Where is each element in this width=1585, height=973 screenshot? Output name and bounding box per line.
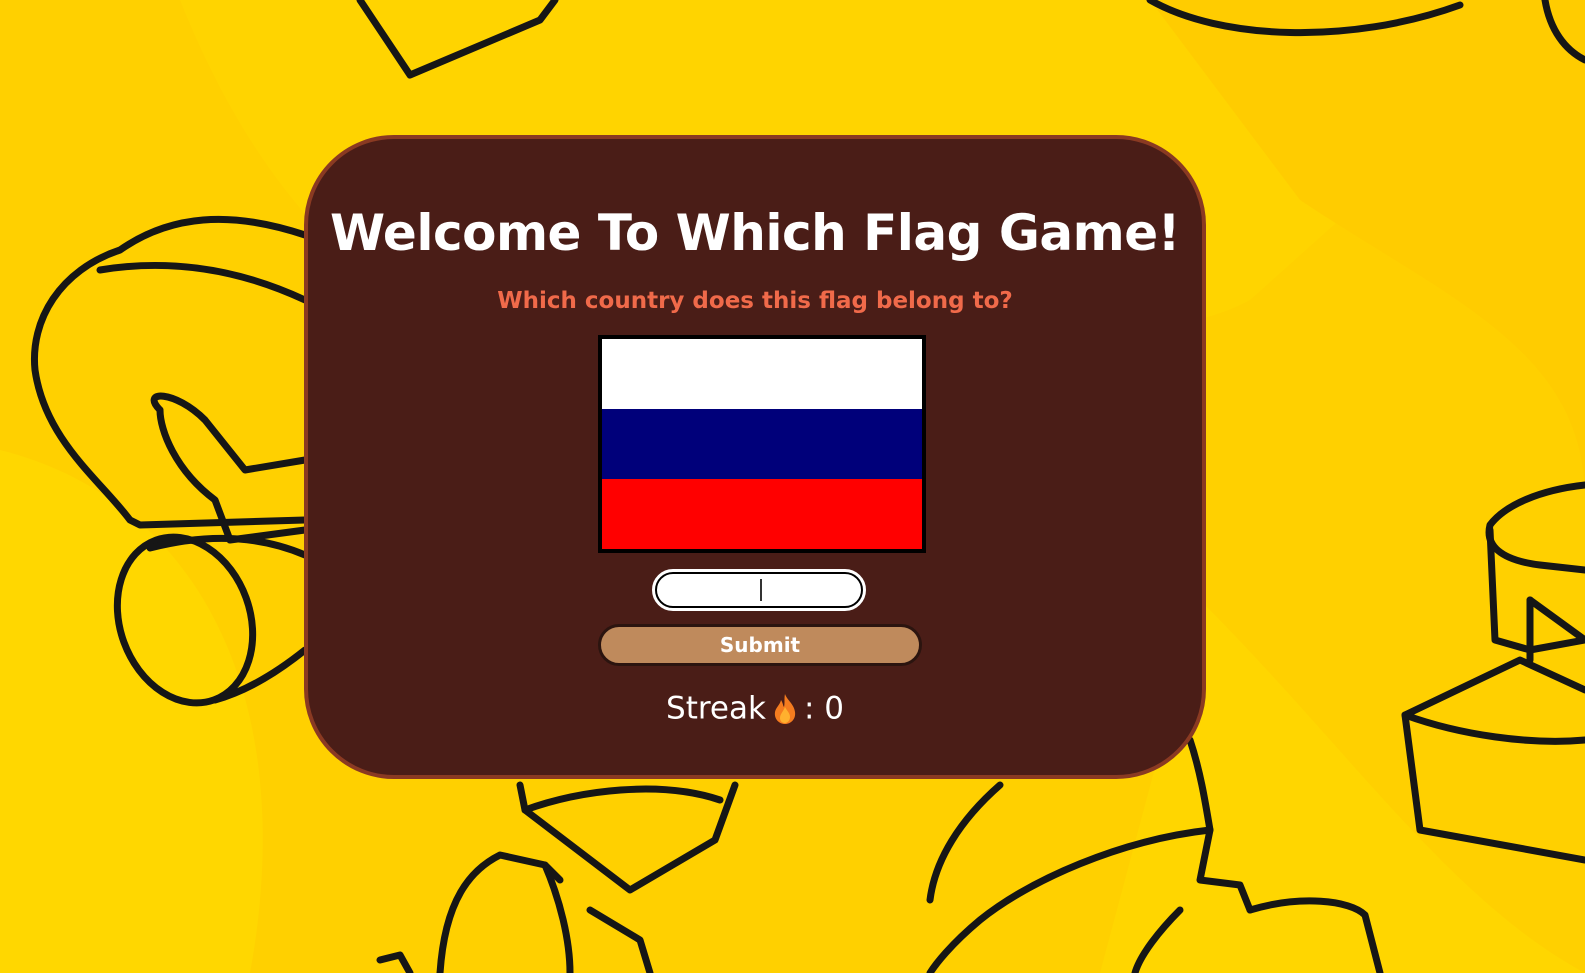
flag-stripe-middle (602, 409, 922, 479)
game-card: Welcome To Which Flag Game! Which countr… (304, 135, 1206, 779)
fire-icon (774, 693, 796, 724)
streak-counter: Streak : 0 (308, 687, 1202, 729)
streak-label: Streak (666, 690, 766, 727)
answer-input[interactable] (652, 569, 866, 611)
question-text: Which country does this flag belong to? (497, 288, 1013, 314)
page-title: Welcome To Which Flag Game! (330, 204, 1180, 262)
streak-value: 0 (824, 690, 844, 727)
text-caret (760, 579, 762, 601)
flag-image (598, 335, 926, 553)
submit-button[interactable]: Submit (598, 624, 922, 666)
flag-stripe-top (602, 339, 922, 409)
streak-separator: : (803, 690, 825, 727)
flag-stripe-bottom (602, 479, 922, 549)
